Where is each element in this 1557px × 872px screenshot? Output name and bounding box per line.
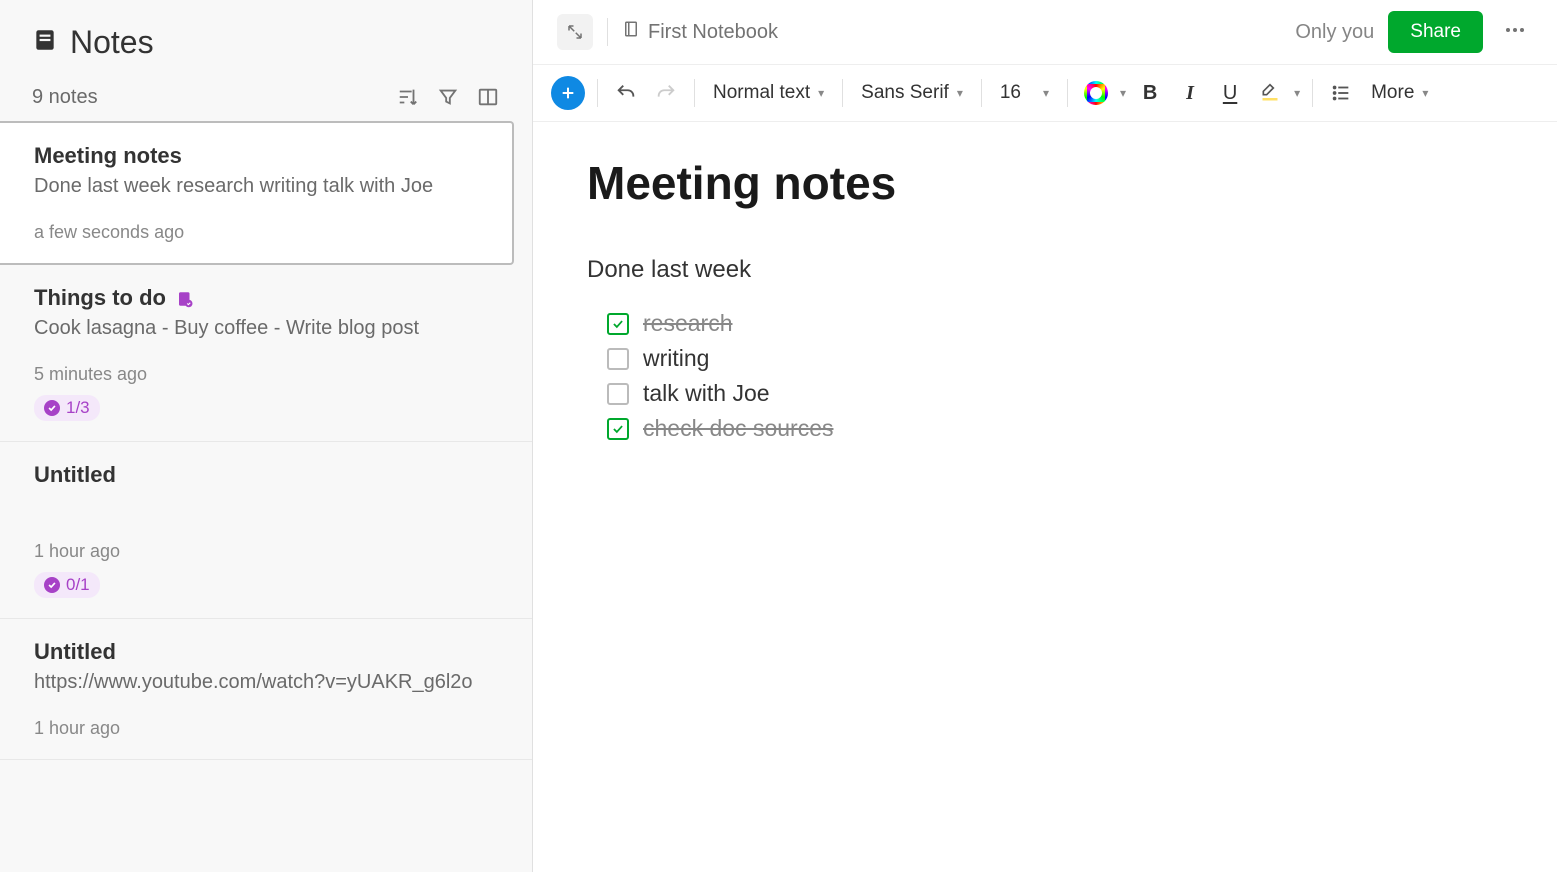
italic-button[interactable]: I — [1174, 75, 1206, 111]
checklist-item-text: writing — [643, 345, 709, 372]
checklist-item[interactable]: research — [607, 310, 1503, 337]
note-content[interactable]: Meeting notes Done last week research wri… — [533, 122, 1557, 872]
note-count: 9 notes — [32, 86, 98, 109]
checklist-item[interactable]: writing — [607, 345, 1503, 372]
text-color-button[interactable] — [1080, 75, 1112, 111]
notebook-name: First Notebook — [648, 21, 778, 44]
share-status[interactable]: Only you — [1295, 21, 1374, 44]
checkbox[interactable] — [607, 418, 629, 440]
checklist: research writing talk with Joe check doc so… — [587, 310, 1503, 442]
checklist-item-text: talk with Joe — [643, 380, 770, 407]
editor-pane: First Notebook Only you Share Normal tex… — [533, 0, 1557, 872]
note-item-title: Things to do — [34, 285, 166, 311]
editor-topbar: First Notebook Only you Share — [533, 0, 1557, 64]
paragraph-style-value: Normal text — [713, 82, 810, 104]
note-item-title: Meeting notes — [34, 143, 182, 169]
share-button[interactable]: Share — [1388, 11, 1483, 53]
chevron-down-icon: ▾ — [957, 86, 963, 100]
undo-button[interactable] — [610, 75, 642, 111]
expand-button[interactable] — [557, 14, 593, 50]
list-button[interactable] — [1325, 75, 1357, 111]
font-size-select[interactable]: 16 ▾ — [994, 82, 1055, 104]
more-label: More — [1371, 82, 1414, 104]
divider — [981, 79, 982, 107]
note-item-time: 1 hour ago — [34, 541, 500, 562]
note-item[interactable]: Untitled 1 hour ago 0/1 — [0, 442, 532, 619]
checklist-item-text: check doc sources — [643, 415, 833, 442]
view-toggle-icon[interactable] — [476, 85, 500, 109]
divider — [842, 79, 843, 107]
underline-button[interactable]: U — [1214, 75, 1246, 111]
divider — [1312, 79, 1313, 107]
note-title[interactable]: Meeting notes — [587, 156, 1503, 210]
task-progress-badge: 0/1 — [34, 572, 100, 598]
note-item-time: 1 hour ago — [34, 718, 500, 739]
task-progress-badge: 1/3 — [34, 395, 100, 421]
checkbox[interactable] — [607, 313, 629, 335]
note-item-time: a few seconds ago — [34, 222, 480, 243]
note-item-preview: Cook lasagna - Buy coffee - Write blog p… — [34, 317, 500, 340]
font-size-value: 16 — [1000, 82, 1021, 104]
note-item-preview: Done last week research writing talk wit… — [34, 175, 480, 198]
content-subheading[interactable]: Done last week — [587, 256, 1503, 284]
notebook-link[interactable]: First Notebook — [622, 19, 778, 45]
sidebar-title: Notes — [70, 24, 154, 61]
more-formatting-button[interactable]: More ▾ — [1365, 82, 1434, 104]
filter-icon[interactable] — [436, 85, 460, 109]
divider — [607, 18, 608, 46]
insert-button[interactable] — [551, 76, 585, 110]
note-item-title: Untitled — [34, 639, 116, 665]
checkbox[interactable] — [607, 348, 629, 370]
checklist-item[interactable]: check doc sources — [607, 415, 1503, 442]
notebook-icon — [622, 19, 640, 45]
divider — [694, 79, 695, 107]
chevron-down-icon[interactable]: ▾ — [1120, 86, 1126, 100]
font-family-select[interactable]: Sans Serif ▾ — [855, 82, 969, 104]
notes-list: Meeting notes Done last week research wri… — [0, 121, 532, 872]
note-item-time: 5 minutes ago — [34, 364, 500, 385]
sidebar-subheader: 9 notes — [0, 73, 532, 121]
note-item[interactable]: Untitled https://www.youtube.com/watch?v=… — [0, 619, 532, 760]
more-menu-icon[interactable] — [1497, 12, 1533, 53]
checklist-item[interactable]: talk with Joe — [607, 380, 1503, 407]
sort-icon[interactable] — [396, 85, 420, 109]
bold-button[interactable]: B — [1134, 75, 1166, 111]
redo-button[interactable] — [650, 75, 682, 111]
font-family-value: Sans Serif — [861, 82, 949, 104]
note-item-preview: https://www.youtube.com/watch?v=yUAKR_g6… — [34, 671, 500, 694]
highlight-button[interactable] — [1254, 75, 1286, 111]
checkbox[interactable] — [607, 383, 629, 405]
sidebar-header: Notes — [0, 0, 532, 73]
divider — [1067, 79, 1068, 107]
note-item[interactable]: Things to do Cook lasagna - Buy coffee - … — [0, 265, 532, 442]
chevron-down-icon: ▾ — [818, 86, 824, 100]
checklist-item-text: research — [643, 310, 732, 337]
sidebar-actions — [396, 85, 500, 109]
notes-icon — [32, 27, 58, 58]
note-item[interactable]: Meeting notes Done last week research wri… — [0, 121, 514, 265]
chevron-down-icon[interactable]: ▾ — [1294, 86, 1300, 100]
editor-toolbar: Normal text ▾ Sans Serif ▾ 16 ▾ ▾ B I U … — [533, 64, 1557, 122]
color-swatch-icon — [1084, 81, 1108, 105]
note-item-title: Untitled — [34, 462, 116, 488]
divider — [597, 79, 598, 107]
task-note-icon — [176, 290, 194, 313]
notes-sidebar: Notes 9 notes Meeting notes Done last wee… — [0, 0, 533, 872]
chevron-down-icon: ▾ — [1043, 86, 1049, 100]
paragraph-style-select[interactable]: Normal text ▾ — [707, 82, 830, 104]
chevron-down-icon: ▾ — [1422, 86, 1428, 100]
